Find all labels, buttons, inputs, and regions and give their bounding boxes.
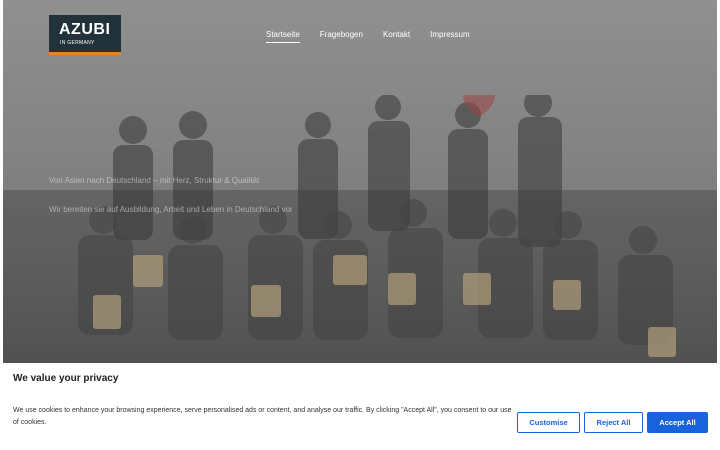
hero-tagline: Von Asien nach Deutschland – mit Herz, S… xyxy=(49,176,260,185)
hero-description: Wir bereiten sie auf Ausbildung, Arbeit … xyxy=(49,205,293,214)
nav-item-kontakt[interactable]: Kontakt xyxy=(383,30,410,42)
site-logo[interactable]: AZUBI IN GERMANY xyxy=(49,15,121,55)
customise-button[interactable]: Customise xyxy=(517,412,580,433)
logo-title: AZUBI xyxy=(59,21,111,38)
cookie-banner: We value your privacy We use cookies to … xyxy=(0,363,720,450)
accept-all-button[interactable]: Accept All xyxy=(647,412,708,433)
cookie-text: We use cookies to enhance your browsing … xyxy=(13,407,512,426)
nav-item-impressum[interactable]: Impressum xyxy=(430,30,470,42)
main-nav: Startseite Fragebogen Kontakt Impressum xyxy=(266,30,490,43)
cookie-title: We value your privacy xyxy=(13,373,119,384)
reject-all-button[interactable]: Reject All xyxy=(584,412,643,433)
nav-item-startseite[interactable]: Startseite xyxy=(266,30,300,43)
logo-subtitle: IN GERMANY xyxy=(60,40,95,46)
nav-item-fragebogen[interactable]: Fragebogen xyxy=(320,30,363,42)
page: AZUBI IN GERMANY Startseite Fragebogen K… xyxy=(0,0,720,450)
